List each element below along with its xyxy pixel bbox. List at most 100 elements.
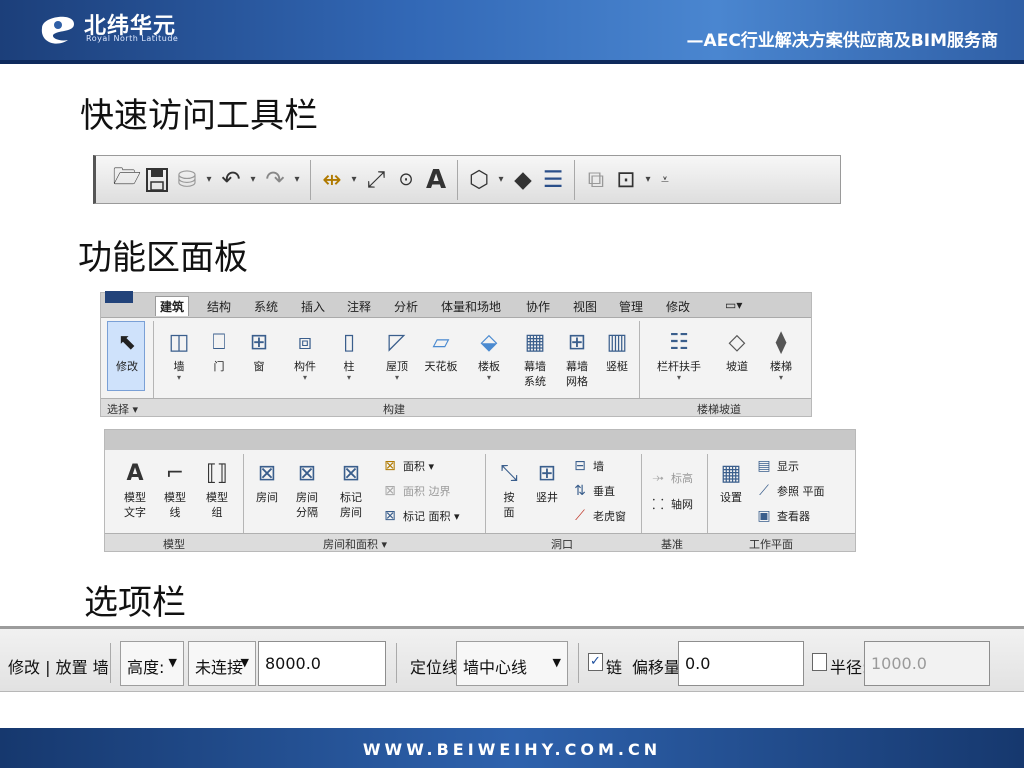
ribbon-group-labels: 模型 房间和面积 ▾ 洞口 基准 工作平面 — [105, 533, 855, 551]
modify-tool[interactable]: ⬉ 修改 — [107, 325, 147, 374]
ribbon-architecture-continued: A 模型 文字 ⌐ 模型 线 ⟦⟧ 模型 组 ⊠ 房间 ⊠ 房间 分隔 ⊠ 标记… — [104, 429, 856, 552]
default-3d-view-icon[interactable]: ⬡ — [464, 162, 494, 198]
customize-qat-icon[interactable]: ⩡ — [655, 162, 675, 198]
radius-checkbox[interactable] — [812, 653, 827, 671]
stair-tool[interactable]: ⧫ 楼梯 ▾ — [761, 325, 801, 382]
ribbon-top-strip — [105, 430, 855, 450]
component-dropdown-icon[interactable]: ▾ — [303, 374, 307, 382]
grid-button[interactable]: ⸬ 轴网 — [649, 496, 693, 513]
dormer-button[interactable]: ⟋ 老虎窗 — [571, 508, 626, 524]
curtain-grid-tool[interactable]: ⊞ 幕墙 网格 — [557, 325, 597, 389]
tag-area-icon: ⊠ — [384, 508, 396, 524]
tab-modify[interactable]: 修改 — [666, 298, 690, 315]
logo-subtitle: Royal North Latitude — [86, 34, 179, 43]
model-line-tool[interactable]: ⌐ 模型 线 — [155, 456, 195, 520]
3d-view-dropdown-icon[interactable]: ▾ — [494, 174, 508, 185]
wall-dropdown-icon[interactable]: ▾ — [177, 374, 181, 382]
model-text-tool[interactable]: A 模型 文字 — [115, 456, 155, 520]
toolbar-separator — [310, 159, 311, 200]
ribbon-display-toggle[interactable]: ▭▾ — [725, 298, 742, 312]
room-separator-tool[interactable]: ⊠ 房间 分隔 — [287, 456, 327, 520]
text-icon[interactable]: A — [421, 162, 451, 198]
ramp-tool[interactable]: ◇ 坡道 — [717, 325, 757, 374]
wall-tool[interactable]: ◫ 墙 ▾ — [159, 325, 199, 382]
group-select-label[interactable]: 选择 ▾ — [107, 401, 138, 417]
vertical-opening-button[interactable]: ⇅ 垂直 — [571, 483, 615, 499]
tab-view[interactable]: 视图 — [573, 298, 597, 315]
redo-icon[interactable]: ↷ — [260, 162, 290, 198]
save-icon[interactable] — [142, 162, 172, 198]
tab-annotate[interactable]: 注释 — [347, 298, 371, 315]
area-label: 面积 ▾ — [403, 460, 435, 473]
close-hidden-windows-icon[interactable]: ⧉ — [581, 162, 611, 198]
offset-input[interactable]: 0.0 — [678, 641, 804, 686]
component-tool[interactable]: ⧈ 构件 ▾ — [285, 325, 325, 382]
footer-url[interactable]: WWW.BEIWEIHY.COM.CN — [0, 740, 1024, 759]
tab-massing-site[interactable]: 体量和场地 — [441, 298, 501, 315]
tab-structure[interactable]: 结构 — [207, 298, 231, 315]
undo-dropdown-icon[interactable]: ▾ — [246, 174, 260, 185]
column-tool[interactable]: ▯ 柱 ▾ — [329, 325, 369, 382]
shaft-tool[interactable]: ⊞ 竖井 — [527, 456, 567, 505]
area-boundary-button[interactable]: ⊠ 面积 边界 — [381, 483, 450, 499]
room-tool[interactable]: ⊠ 房间 — [247, 456, 287, 505]
undo-icon[interactable]: ↶ — [216, 162, 246, 198]
header-tagline: —AEC行业解决方案供应商及BIM服务商 — [686, 31, 998, 51]
area-button[interactable]: ⊠ 面积 ▾ — [381, 458, 434, 474]
column-dropdown-icon[interactable]: ▾ — [347, 374, 351, 382]
height-mode-select[interactable]: 高度: ▼ — [120, 641, 184, 686]
curtain-system-tool[interactable]: ▦ 幕墙 系统 — [515, 325, 555, 389]
group-room-area-label[interactable]: 房间和面积 ▾ — [323, 536, 387, 552]
roof-dropdown-icon[interactable]: ▾ — [395, 374, 399, 382]
dimension-dropdown-icon[interactable]: ▾ — [347, 174, 361, 185]
set-workplane-tool[interactable]: ▦ 设置 — [711, 456, 751, 505]
ceiling-tool[interactable]: ▱ 天花板 — [421, 325, 461, 374]
viewer-button[interactable]: ▣ 查看器 — [755, 508, 810, 524]
room-label: 房间 — [256, 491, 278, 504]
tab-systems[interactable]: 系统 — [254, 298, 278, 315]
open-folder-icon[interactable]: 🗁 — [112, 162, 142, 198]
model-group-tool[interactable]: ⟦⟧ 模型 组 — [197, 456, 237, 520]
wall-opening-button[interactable]: ⊟ 墙 — [571, 458, 604, 474]
railing-dropdown-icon[interactable]: ▾ — [677, 374, 681, 382]
tag-icon[interactable]: ⊙ — [391, 162, 421, 198]
stair-dropdown-icon[interactable]: ▾ — [779, 374, 783, 382]
application-menu-button[interactable] — [105, 291, 133, 303]
group-opening-label: 洞口 — [551, 538, 573, 551]
tab-manage[interactable]: 管理 — [619, 298, 643, 315]
wall-icon: ◫ — [168, 329, 190, 355]
section-icon[interactable]: ◆ — [508, 162, 538, 198]
tab-architecture[interactable]: 建筑 — [155, 296, 190, 316]
switch-windows-icon[interactable]: ⊡ — [611, 162, 641, 198]
level-button[interactable]: ⤞ 标高 — [649, 470, 693, 486]
tag-room-tool[interactable]: ⊠ 标记 房间 — [331, 456, 371, 520]
height-value-input[interactable]: 8000.0 — [258, 641, 386, 686]
tab-insert[interactable]: 插入 — [301, 298, 325, 315]
sync-dropdown-icon[interactable]: ▾ — [202, 174, 216, 185]
tab-collaborate[interactable]: 协作 — [526, 298, 550, 315]
ceiling-icon: ▱ — [432, 329, 450, 355]
window-tool[interactable]: ⊞ 窗 — [239, 325, 279, 374]
floor-tool[interactable]: ⬙ 楼板 ▾ — [469, 325, 509, 382]
show-workplane-button[interactable]: ▤ 显示 — [755, 458, 799, 474]
tag-area-button[interactable]: ⊠ 标记 面积 ▾ — [381, 508, 459, 524]
mullion-tool[interactable]: ▥ 竖梃 — [597, 325, 637, 374]
roof-tool[interactable]: ◸ 屋顶 ▾ — [377, 325, 417, 382]
ref-plane-button[interactable]: ⟋ 参照 平面 — [755, 483, 824, 499]
railing-tool[interactable]: ☷ 栏杆扶手 ▾ — [651, 325, 707, 382]
door-tool[interactable]: ⎕ 门 — [199, 325, 239, 374]
switch-windows-dropdown-icon[interactable]: ▾ — [641, 174, 655, 185]
radius-input[interactable]: 1000.0 — [864, 641, 990, 686]
location-line-select[interactable]: 墙中心线 ▼ — [456, 641, 568, 686]
thin-lines-icon[interactable]: ☰ — [538, 162, 568, 198]
tab-analyze[interactable]: 分析 — [394, 298, 418, 315]
measure-icon[interactable]: ⤢ — [361, 162, 391, 198]
chain-checkbox[interactable]: ✓ — [588, 653, 603, 671]
top-constraint-select[interactable]: 未连接 ▼ — [188, 641, 256, 686]
radius-label: 半径: — [830, 658, 868, 677]
redo-dropdown-icon[interactable]: ▾ — [290, 174, 304, 185]
aligned-dimension-icon[interactable]: ⇹ — [317, 162, 347, 198]
by-face-tool[interactable]: ⤡ 按 面 — [489, 456, 529, 520]
floor-dropdown-icon[interactable]: ▾ — [487, 374, 491, 382]
sync-central-icon[interactable]: ⛁ — [172, 162, 202, 198]
